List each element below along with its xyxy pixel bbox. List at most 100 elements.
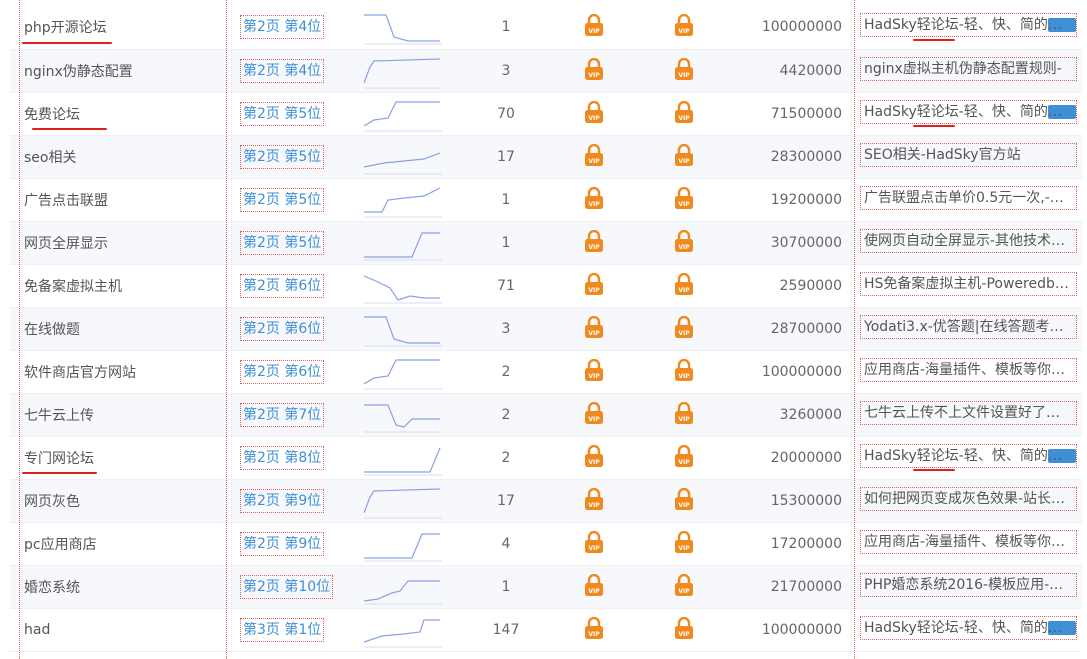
keyword-text[interactable]: seo相关 [24, 150, 76, 166]
keyword-text[interactable]: 免费论坛 [24, 107, 80, 123]
keyword-text[interactable]: 七牛云上传 [24, 408, 94, 424]
keyword-text[interactable]: pc应用商店 [24, 537, 97, 553]
keyword-text[interactable]: 网页全屏显示 [24, 236, 108, 252]
rank-cell[interactable]: 第2页 第4位 [226, 6, 346, 50]
vip-lock-cell[interactable]: VIP [556, 479, 631, 523]
vip-lock-cell[interactable]: VIP [631, 565, 736, 609]
rank-cell[interactable]: 第2页 第6位 [226, 264, 346, 308]
keyword-cell[interactable]: seo相关 [10, 135, 226, 179]
page-title-text[interactable]: HadSky轻论坛-轻、快、简的 [864, 17, 1062, 33]
page-title-link[interactable]: 七牛云上传不上文件设置好了上… [860, 400, 1077, 425]
page-title-link[interactable]: nginx虚拟主机伪静态配置规则- [860, 56, 1077, 81]
title-cell[interactable]: 广告联盟点击单价0.5元一次,-最… [856, 178, 1082, 222]
page-title-text[interactable]: HS免备案虚拟主机-Poweredby… [864, 276, 1076, 292]
page-title-text[interactable]: Yodati3.x-优答题|在线答题考试… [864, 319, 1076, 335]
vip-lock-cell[interactable]: VIP [631, 350, 736, 394]
vip-lock-icon[interactable]: VIP [674, 530, 694, 557]
page-title-link[interactable]: 应用商店-海量插件、模板等你… [860, 529, 1077, 554]
rank-cell[interactable]: 第2页 第4位 [226, 49, 346, 93]
vip-lock-icon[interactable]: VIP [584, 186, 604, 213]
page-title-link[interactable]: HadSky轻论坛-轻、快、简的 首页 [860, 443, 1077, 468]
vip-lock-icon[interactable]: VIP [584, 100, 604, 127]
rank-link[interactable]: 第2页 第4位 [240, 15, 325, 40]
page-title-text[interactable]: HadSky轻论坛-轻、快、简的 [864, 104, 1062, 120]
vip-lock-icon[interactable]: VIP [584, 616, 604, 643]
keyword-cell[interactable]: 网页灰色 [10, 479, 226, 523]
vip-lock-icon[interactable]: VIP [674, 315, 694, 342]
title-cell[interactable]: HadSky轻论坛-轻、快、简的 首页 [856, 92, 1082, 136]
keyword-text[interactable]: php开源论坛 [24, 20, 107, 36]
page-title-text[interactable]: PHP婚恋系统2016-模板应用-H… [864, 577, 1074, 593]
rank-cell[interactable]: 第2页 第10位 [226, 565, 346, 609]
vip-lock-icon[interactable]: VIP [674, 616, 694, 643]
vip-lock-cell[interactable]: VIP [556, 522, 631, 566]
page-title-text[interactable]: HadSky轻论坛-轻、快、简的 [864, 448, 1062, 464]
keyword-cell[interactable]: had [10, 608, 226, 652]
keyword-cell[interactable]: 免备案虚拟主机 [10, 264, 226, 308]
rank-link[interactable]: 第2页 第6位 [240, 359, 325, 384]
vip-lock-icon[interactable]: VIP [584, 143, 604, 170]
vip-lock-cell[interactable]: VIP [556, 221, 631, 265]
rank-link[interactable]: 第3页 第1位 [240, 617, 325, 642]
title-cell[interactable]: HadSky轻论坛-轻、快、简的 首页 [856, 436, 1082, 480]
vip-lock-icon[interactable]: VIP [584, 401, 604, 428]
keyword-text[interactable]: 在线做题 [24, 322, 80, 338]
vip-lock-icon[interactable]: VIP [584, 272, 604, 299]
page-title-text[interactable]: HadSky轻论坛-轻、快、简的 [864, 620, 1062, 636]
rank-link[interactable]: 第2页 第9位 [240, 488, 325, 513]
page-title-link[interactable]: SEO相关-HadSky官方站 [860, 142, 1077, 167]
title-cell[interactable]: Yodati3.x-优答题|在线答题考试… [856, 307, 1082, 351]
vip-lock-cell[interactable]: VIP [631, 178, 736, 222]
vip-lock-cell[interactable]: VIP [631, 6, 736, 50]
title-cell[interactable]: HadSky轻论坛-轻、快、简的 首页 [856, 608, 1082, 652]
rank-link[interactable]: 第2页 第5位 [240, 101, 325, 126]
page-title-text[interactable]: 使网页自动全屏显示-其他技术… [864, 233, 1065, 249]
title-cell[interactable]: HadSky轻论坛-轻、快、简的 首页 [856, 6, 1082, 50]
vip-lock-icon[interactable]: VIP [674, 100, 694, 127]
keyword-text[interactable]: nginx伪静态配置 [24, 64, 133, 80]
title-cell[interactable]: HS免备案虚拟主机-Poweredby… [856, 264, 1082, 308]
title-cell[interactable]: 如何把网页变成灰色效果-站长… [856, 479, 1082, 523]
page-title-link[interactable]: 使网页自动全屏显示-其他技术… [860, 228, 1077, 253]
keyword-cell[interactable]: 广告点击联盟 [10, 178, 226, 222]
keyword-text[interactable]: 软件商店官方网站 [24, 365, 136, 381]
rank-link[interactable]: 第2页 第6位 [240, 316, 325, 341]
page-title-text[interactable]: SEO相关-HadSky官方站 [864, 147, 1021, 163]
vip-lock-cell[interactable]: VIP [631, 479, 736, 523]
vip-lock-cell[interactable]: VIP [631, 608, 736, 652]
vip-lock-cell[interactable]: VIP [631, 221, 736, 265]
vip-lock-icon[interactable]: VIP [584, 358, 604, 385]
vip-lock-cell[interactable]: VIP [556, 92, 631, 136]
keyword-text[interactable]: 婚恋系统 [24, 580, 80, 596]
title-cell[interactable]: PHP婚恋系统2016-模板应用-H… [856, 565, 1082, 609]
vip-lock-cell[interactable]: VIP [631, 436, 736, 480]
vip-lock-icon[interactable]: VIP [674, 186, 694, 213]
rank-cell[interactable]: 第3页 第1位 [226, 608, 346, 652]
rank-cell[interactable]: 第2页 第8位 [226, 436, 346, 480]
vip-lock-icon[interactable]: VIP [584, 57, 604, 84]
page-title-link[interactable]: HS免备案虚拟主机-Poweredby… [860, 271, 1077, 296]
rank-cell[interactable]: 第2页 第6位 [226, 307, 346, 351]
page-title-text[interactable]: 应用商店-海量插件、模板等你… [864, 534, 1065, 550]
page-title-link[interactable]: Yodati3.x-优答题|在线答题考试… [860, 314, 1077, 339]
rank-link[interactable]: 第2页 第7位 [240, 402, 325, 427]
keyword-text[interactable]: 网页灰色 [24, 494, 80, 510]
rank-link[interactable]: 第2页 第9位 [240, 531, 325, 556]
rank-link[interactable]: 第2页 第5位 [240, 230, 325, 255]
vip-lock-cell[interactable]: VIP [556, 135, 631, 179]
page-title-text[interactable]: 七牛云上传不上文件设置好了上… [864, 405, 1074, 421]
vip-lock-icon[interactable]: VIP [584, 444, 604, 471]
page-title-link[interactable]: PHP婚恋系统2016-模板应用-H… [860, 572, 1077, 597]
vip-lock-cell[interactable]: VIP [631, 264, 736, 308]
keyword-cell[interactable]: 软件商店官方网站 [10, 350, 226, 394]
vip-lock-icon[interactable]: VIP [584, 229, 604, 256]
keyword-cell[interactable]: 在线做题 [10, 307, 226, 351]
page-title-link[interactable]: HadSky轻论坛-轻、快、简的 首页 [860, 615, 1077, 640]
keyword-text[interactable]: 广告点击联盟 [24, 193, 108, 209]
title-cell[interactable]: 使网页自动全屏显示-其他技术… [856, 221, 1082, 265]
rank-cell[interactable]: 第2页 第6位 [226, 350, 346, 394]
keyword-text[interactable]: 免备案虚拟主机 [24, 279, 122, 295]
vip-lock-icon[interactable]: VIP [674, 272, 694, 299]
vip-lock-cell[interactable]: VIP [556, 6, 631, 50]
vip-lock-icon[interactable]: VIP [674, 14, 694, 40]
